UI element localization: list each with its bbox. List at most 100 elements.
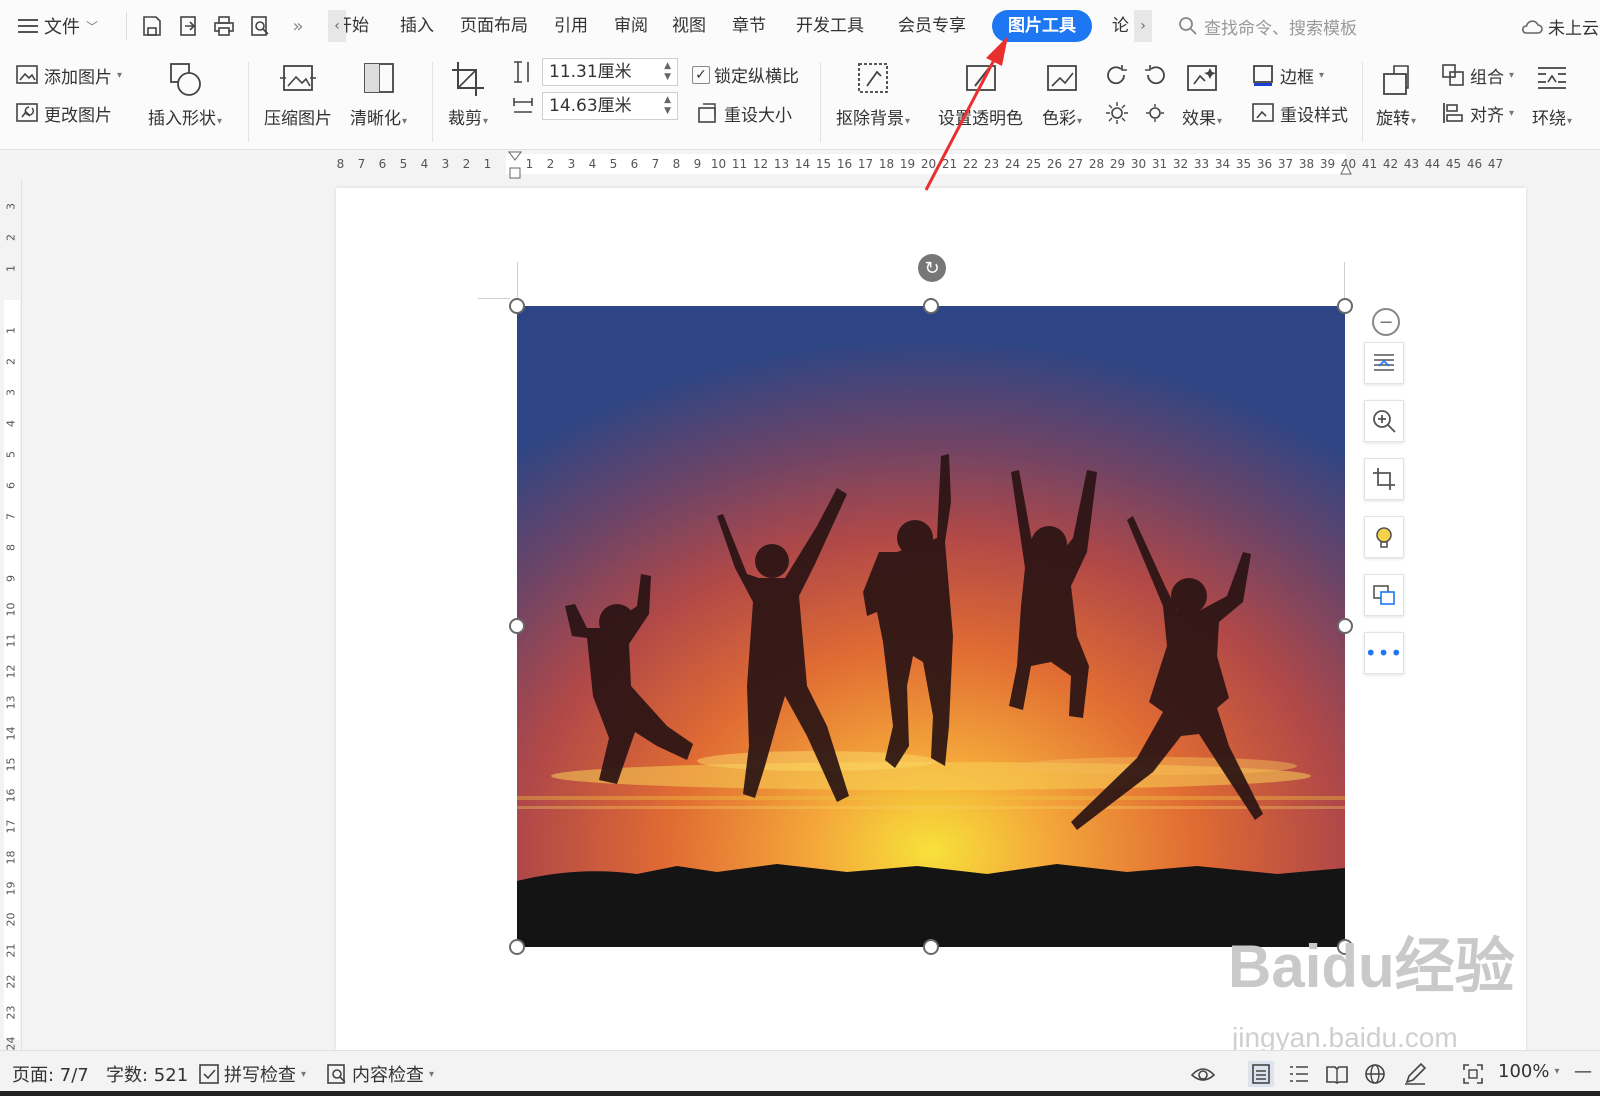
save-button[interactable] — [138, 12, 166, 40]
zoom-picture-button[interactable] — [1364, 400, 1404, 442]
set-transparent-color-icon — [965, 65, 996, 91]
indent-marker-icon[interactable] — [508, 150, 522, 180]
print-button[interactable] — [210, 12, 238, 40]
tabs-scroll-right-button[interactable]: › — [1134, 10, 1152, 42]
command-search-input[interactable]: 查找命令、搜索模板 — [1178, 14, 1357, 39]
ruler-tick-label: 22 — [962, 157, 979, 171]
more-options-button[interactable]: ••• — [1364, 632, 1404, 674]
tab-member-exclusive[interactable]: 会员专享 — [894, 10, 970, 42]
tab-start[interactable]: 开始 — [344, 10, 378, 42]
print-preview-button[interactable] — [246, 12, 274, 40]
outline-view-button[interactable] — [1286, 1061, 1312, 1087]
ruler-tick-label: 19 — [899, 157, 916, 171]
ruler-labels: 8 7 6 5 4 3 2 1 1 2 3 4 5 6 7 8 9 10 11 12 13 14 15 16 17 18 19 20 2… — [330, 154, 1506, 174]
decrease-brightness-button[interactable] — [1142, 100, 1168, 126]
set-transparent-color-button[interactable]: 设置透明色 — [938, 60, 1023, 129]
height-input[interactable]: 11.31厘米 ▲ ▼ — [542, 58, 678, 86]
vertical-ruler[interactable]: 3 2 1 1 2 3 4 5 6 7 8 9 10 11 12 13 14 15 16 17 18 19 20 21 22 23… — [0, 180, 22, 1051]
ruler-tick-label: 7 — [357, 157, 366, 171]
page-view-button[interactable] — [1248, 1061, 1274, 1087]
tab-insert[interactable]: 插入 — [396, 10, 438, 42]
group-button[interactable]: 组合 ▾ — [1440, 62, 1514, 88]
effects-button[interactable]: 效果▾ — [1182, 60, 1222, 129]
reset-style-button[interactable]: 重设样式 — [1250, 100, 1348, 126]
page-indicator[interactable]: 页面: 7/7 — [12, 1061, 89, 1087]
resize-handle-bottom[interactable] — [923, 939, 939, 955]
content-check-button[interactable]: 内容检查 ▾ — [326, 1061, 434, 1087]
tab-view[interactable]: 视图 — [668, 10, 710, 42]
fit-page-button[interactable] — [1460, 1061, 1486, 1087]
change-picture-button[interactable]: 更改图片 — [14, 100, 112, 126]
resize-handle-top-left[interactable] — [509, 298, 525, 314]
dropdown-arrow-icon: ▾ — [402, 116, 408, 127]
remove-background-button[interactable]: 抠除背景▾ — [836, 60, 910, 129]
tab-chapter[interactable]: 章节 — [728, 10, 770, 42]
double-chevron-icon: » — [292, 15, 304, 37]
resize-handle-bottom-left[interactable] — [509, 939, 525, 955]
crop-picture-button[interactable] — [1364, 458, 1404, 500]
add-picture-button[interactable]: 添加图片 ▾ — [14, 62, 122, 88]
selected-picture[interactable] — [517, 306, 1345, 947]
ruler-tick-label: 27 — [1067, 157, 1084, 171]
decrease-contrast-button[interactable] — [1142, 62, 1168, 88]
horizontal-ruler[interactable]: 8 7 6 5 4 3 2 1 1 2 3 4 5 6 7 8 9 10 11 12 13 14 15 16 17 18 19 20 2… — [0, 150, 1600, 180]
sharpen-button[interactable]: 清晰化▾ — [350, 60, 407, 129]
width-input[interactable]: 14.63厘米 ▲ ▼ — [542, 92, 678, 120]
right-indent-marker-icon[interactable] — [1340, 162, 1352, 176]
ruler-tick-label: 17 — [857, 157, 874, 171]
ruler-tick-label: 5 — [609, 157, 618, 171]
web-view-button[interactable] — [1362, 1061, 1388, 1087]
crop-button[interactable]: 裁剪▾ — [448, 60, 488, 129]
write-mode-button[interactable] — [1402, 1061, 1428, 1087]
reset-size-label: 重设大小 — [724, 105, 792, 126]
tab-review[interactable]: 审阅 — [610, 10, 652, 42]
align-button[interactable]: 对齐 ▾ — [1440, 100, 1514, 126]
reading-view-button[interactable] — [1324, 1061, 1350, 1087]
resize-handle-top-right[interactable] — [1337, 298, 1353, 314]
compress-picture-button[interactable]: 压缩图片 — [264, 60, 332, 129]
eye-protection-button[interactable] — [1190, 1061, 1216, 1087]
insert-shape-button[interactable]: 插入形状▾ — [148, 60, 222, 129]
fit-page-icon — [1463, 1064, 1483, 1084]
more-quick-access-button[interactable]: » — [284, 12, 312, 40]
border-button[interactable]: 边框 ▾ — [1250, 62, 1324, 88]
increase-contrast-button[interactable] — [1104, 62, 1130, 88]
increase-brightness-button[interactable] — [1104, 100, 1130, 126]
ruler-tick-label: 33 — [1193, 157, 1210, 171]
lock-aspect-ratio-checkbox[interactable]: ✓ 锁定纵横比 — [692, 62, 799, 87]
rotate-button[interactable]: 旋转▾ — [1376, 60, 1416, 129]
cloud-status-button[interactable]: 未上云 — [1520, 14, 1599, 39]
color-button[interactable]: 色彩▾ — [1042, 60, 1082, 129]
reset-size-button[interactable]: 重设大小 — [694, 100, 792, 126]
tab-references[interactable]: 引用 — [550, 10, 592, 42]
zoom-out-button[interactable]: — — [1574, 1061, 1592, 1082]
ruler-tick-label: 17 — [4, 819, 18, 834]
tab-paper[interactable]: 论 — [1108, 10, 1133, 42]
width-spinner[interactable]: ▲ ▼ — [664, 95, 671, 117]
ruler-tick-label: 32 — [1172, 157, 1189, 171]
height-spinner[interactable]: ▲ ▼ — [664, 61, 671, 83]
resize-handle-left[interactable] — [509, 618, 525, 634]
ruler-tick-label: 8 — [4, 544, 18, 551]
search-icon — [1179, 17, 1197, 35]
picture-to-text-button[interactable] — [1364, 574, 1404, 616]
outline-view-icon — [1290, 1066, 1308, 1082]
ruler-tick-label: 16 — [4, 788, 18, 803]
spell-check-button[interactable]: 拼写检查 ▾ — [198, 1061, 306, 1087]
resize-handle-top[interactable] — [923, 298, 939, 314]
resize-handle-right[interactable] — [1337, 618, 1353, 634]
smart-suggestion-button[interactable] — [1364, 516, 1404, 558]
export-button[interactable] — [174, 12, 202, 40]
rotate-handle[interactable]: ↻ — [918, 254, 946, 282]
zoom-level-dropdown[interactable]: 100% ▾ — [1498, 1061, 1560, 1082]
tab-developer-tools[interactable]: 开发工具 — [792, 10, 868, 42]
brightness-down-icon — [1146, 104, 1164, 122]
wrap-text-button[interactable]: 环绕▾ — [1532, 60, 1572, 129]
collapse-toolbar-button[interactable]: − — [1372, 308, 1400, 336]
tab-page-layout[interactable]: 页面布局 — [456, 10, 532, 42]
file-menu-button[interactable]: 文件 ﹀ — [18, 12, 98, 40]
tab-picture-tools[interactable]: 图片工具 — [992, 10, 1092, 42]
word-count[interactable]: 字数: 521 — [106, 1061, 188, 1087]
layout-options-button[interactable] — [1364, 342, 1404, 384]
ruler-tick-label: 6 — [630, 157, 639, 171]
